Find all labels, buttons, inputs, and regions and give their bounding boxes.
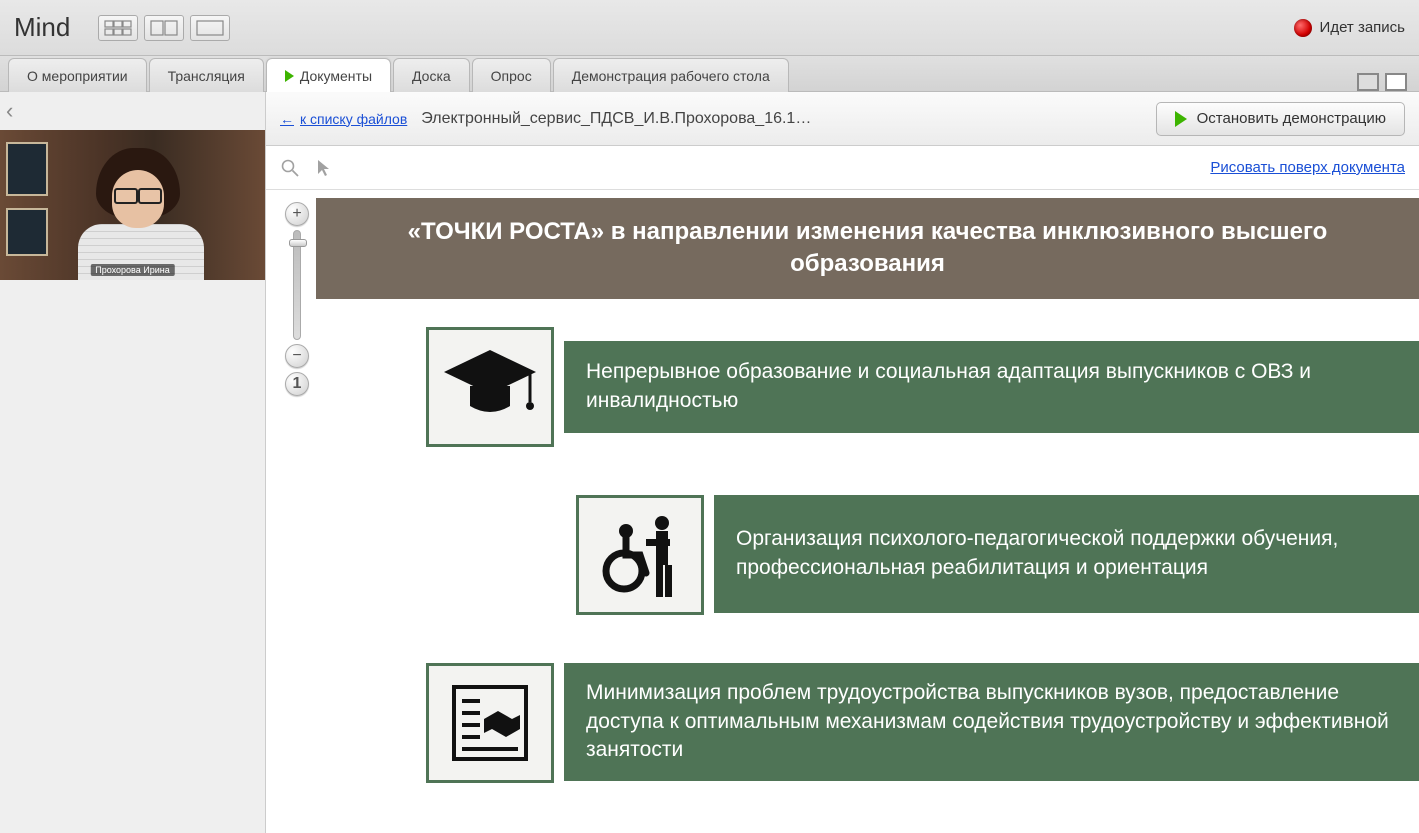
zoom-reset-button[interactable]: 1 bbox=[285, 372, 309, 396]
slide-title: «ТОЧКИ РОСТА» в направлении изменения ка… bbox=[316, 198, 1419, 299]
stop-presentation-button[interactable]: Остановить демонстрацию bbox=[1156, 102, 1405, 136]
top-bar: Mind Идет запись bbox=[0, 0, 1419, 56]
tab-stream[interactable]: Трансляция bbox=[149, 58, 264, 92]
tab-documents[interactable]: Документы bbox=[266, 58, 391, 92]
body: ‹ Прохорова Ирина ← к списку файлов Элек… bbox=[0, 92, 1419, 833]
document-canvas: + − 1 «ТОЧКИ РОСТА» в направлении измене… bbox=[266, 190, 1419, 833]
zoom-control: + − 1 bbox=[284, 202, 310, 396]
sidebar: ‹ Прохорова Ирина bbox=[0, 92, 266, 833]
tab-poll[interactable]: Опрос bbox=[472, 58, 551, 92]
tab-label: О мероприятии bbox=[27, 68, 128, 84]
slide: «ТОЧКИ РОСТА» в направлении изменения ка… bbox=[316, 198, 1419, 833]
panel-toggle-2[interactable] bbox=[1385, 73, 1407, 91]
tab-label: Опрос bbox=[491, 68, 532, 84]
slide-row-text: Непрерывное образование и социальная ада… bbox=[564, 341, 1419, 433]
recording-label: Идет запись bbox=[1320, 19, 1405, 36]
slide-row: Непрерывное образование и социальная ада… bbox=[426, 327, 1419, 447]
stop-button-label: Остановить демонстрацию bbox=[1197, 110, 1386, 127]
layout-switcher bbox=[98, 15, 230, 41]
slide-rows: Непрерывное образование и социальная ада… bbox=[316, 299, 1419, 783]
video-decor bbox=[6, 208, 48, 256]
tab-label: Доска bbox=[412, 68, 451, 84]
single-icon bbox=[196, 20, 224, 36]
presenter-figure bbox=[60, 130, 210, 280]
document-toolbar: Рисовать поверх документа bbox=[266, 146, 1419, 190]
tab-about[interactable]: О мероприятии bbox=[8, 58, 147, 92]
play-icon bbox=[285, 70, 294, 82]
tabs-right-controls bbox=[1357, 73, 1411, 91]
slide-row: Минимизация проблем трудоустройства выпу… bbox=[426, 663, 1419, 783]
back-to-files-link[interactable]: ← к списку файлов bbox=[280, 111, 407, 127]
tab-label: Документы bbox=[300, 68, 372, 84]
collapse-sidebar-button[interactable]: ‹ bbox=[6, 98, 13, 124]
document-title: Электронный_сервис_ПДСВ_И.В.Прохорова_16… bbox=[421, 110, 1141, 128]
zoom-out-button[interactable]: − bbox=[285, 344, 309, 368]
arrow-left-icon: ← bbox=[280, 111, 294, 127]
tab-screenshare[interactable]: Демонстрация рабочего стола bbox=[553, 58, 789, 92]
slide-row: Организация психолого-педагогической под… bbox=[576, 495, 1419, 615]
recording-status: Идет запись bbox=[1294, 19, 1405, 37]
tab-label: Трансляция bbox=[168, 68, 245, 84]
zoom-slider-handle[interactable] bbox=[289, 239, 307, 247]
draw-over-document-link[interactable]: Рисовать поверх документа bbox=[1210, 159, 1405, 176]
slide-row-text: Организация психолого-педагогической под… bbox=[714, 495, 1419, 613]
tab-label: Демонстрация рабочего стола bbox=[572, 68, 770, 84]
layout-grid-button[interactable] bbox=[98, 15, 138, 41]
slide-row-text: Минимизация проблем трудоустройства выпу… bbox=[564, 663, 1419, 781]
split-icon bbox=[150, 20, 178, 36]
magnifier-icon[interactable] bbox=[280, 158, 300, 178]
panel-toggle-1[interactable] bbox=[1357, 73, 1379, 91]
document-header: ← к списку файлов Электронный_сервис_ПДС… bbox=[266, 92, 1419, 146]
grid-icon bbox=[104, 20, 132, 36]
pointer-icon[interactable] bbox=[314, 158, 334, 178]
graduation-cap-icon bbox=[426, 327, 554, 447]
zoom-slider[interactable] bbox=[293, 230, 301, 340]
layout-split-button[interactable] bbox=[144, 15, 184, 41]
back-link-label: к списку файлов bbox=[300, 111, 407, 127]
handshake-document-icon bbox=[426, 663, 554, 783]
zoom-in-button[interactable]: + bbox=[285, 202, 309, 226]
layout-single-button[interactable] bbox=[190, 15, 230, 41]
video-decor bbox=[6, 142, 48, 196]
app-logo: Mind bbox=[14, 12, 70, 43]
accessibility-icon bbox=[576, 495, 704, 615]
main-panel: ← к списку файлов Электронный_сервис_ПДС… bbox=[266, 92, 1419, 833]
record-icon bbox=[1294, 19, 1312, 37]
tab-bar: О мероприятии Трансляция Документы Доска… bbox=[0, 56, 1419, 92]
play-icon bbox=[1175, 111, 1187, 127]
presenter-name: Прохорова Ирина bbox=[90, 264, 174, 276]
presenter-video[interactable]: Прохорова Ирина bbox=[0, 130, 265, 280]
tab-board[interactable]: Доска bbox=[393, 58, 470, 92]
